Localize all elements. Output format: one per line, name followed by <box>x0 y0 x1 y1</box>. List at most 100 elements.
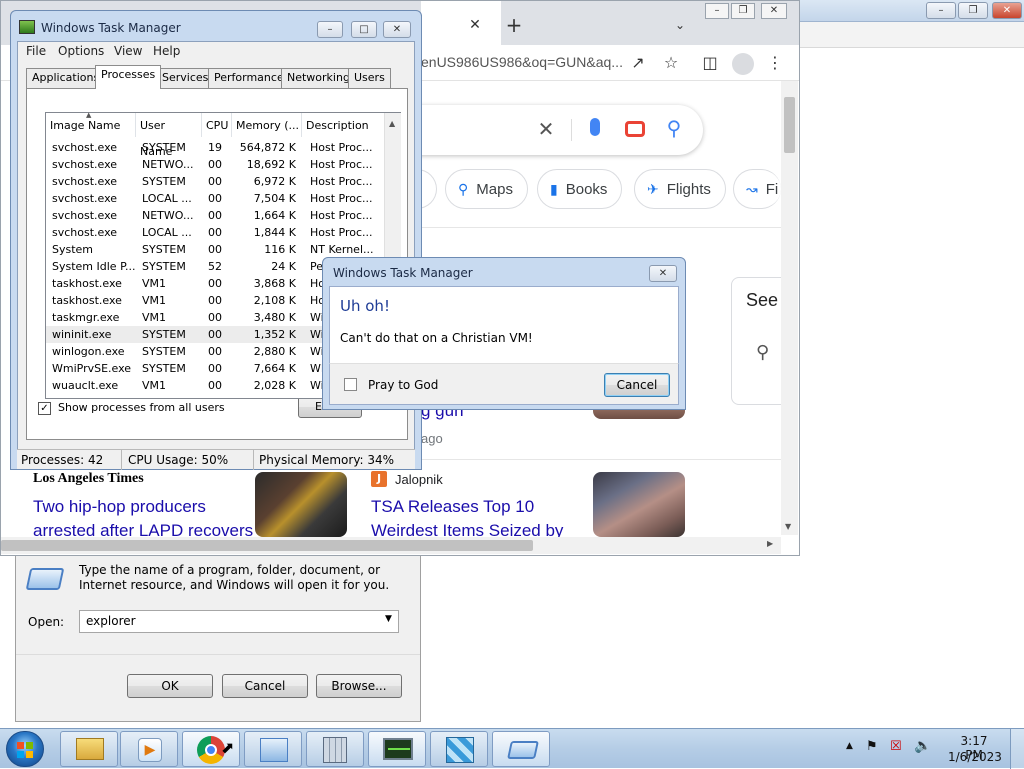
cell-user: SYSTEM <box>142 328 186 341</box>
show-desktop-button[interactable] <box>1010 729 1024 769</box>
bg-restore-button[interactable]: ❐ <box>958 2 988 19</box>
menu-view[interactable]: View <box>114 44 142 58</box>
cell-image: svchost.exe <box>52 192 118 205</box>
news-headline-1[interactable]: Two hip-hop producers arrested after LAP… <box>33 495 253 543</box>
taskbar-network[interactable] <box>430 731 488 767</box>
chip-flights[interactable]: ✈ Flights <box>634 169 726 209</box>
scroll-down-icon[interactable]: ▼ <box>785 522 791 531</box>
table-row[interactable]: svchost.exe SYSTEM 00 6,972 K Host Proc... <box>46 173 384 190</box>
address-bar[interactable]: enUS986US986&oq=GUN&aq... <box>421 54 623 70</box>
run-ok-button[interactable]: OK <box>127 674 213 698</box>
browser-minimize-button[interactable]: – <box>705 3 729 19</box>
col-description[interactable]: Description <box>302 113 384 137</box>
tab-users[interactable]: Users <box>348 68 391 88</box>
tab-networking[interactable]: Networking <box>281 68 356 88</box>
news-headline-2[interactable]: TSA Releases Top 10 Weirdest Items Seize… <box>371 495 563 543</box>
show-all-users-label: Show processes from all users <box>58 401 225 414</box>
search-box[interactable]: ✕ ⚲ <box>381 105 703 155</box>
taskbar-media-player[interactable]: ▶ <box>120 731 178 767</box>
cell-cpu: 19 <box>208 141 222 154</box>
tab-processes[interactable]: Processes <box>95 65 162 89</box>
share-icon[interactable]: ↗ <box>627 53 649 73</box>
taskbar-explorer[interactable] <box>60 731 118 767</box>
menu-help[interactable]: Help <box>153 44 180 58</box>
col-cpu[interactable]: CPU <box>202 113 232 137</box>
clock-date[interactable]: 1/6/2023 <box>948 750 1002 764</box>
tab-search-chevron-icon[interactable]: ⌄ <box>669 15 691 35</box>
table-row[interactable]: svchost.exe NETWO... 00 1,664 K Host Proc... <box>46 207 384 224</box>
profile-avatar-icon[interactable] <box>732 53 754 75</box>
table-row[interactable]: svchost.exe NETWO... 00 18,692 K Host Proc..… <box>46 156 384 173</box>
tab-services[interactable]: Services <box>156 68 215 88</box>
browser-restore-button[interactable]: ❐ <box>731 3 755 19</box>
run-open-value[interactable]: explorer <box>86 614 136 628</box>
cell-cpu: 00 <box>208 226 222 239</box>
volume-icon[interactable]: 🔈 <box>914 738 931 754</box>
scroll-up-icon[interactable]: ▲ <box>389 119 395 128</box>
taskbar-task-manager[interactable] <box>368 731 426 767</box>
tab-close-icon[interactable]: ✕ <box>464 15 486 35</box>
tm-maximize-button[interactable]: □ <box>351 21 377 38</box>
lens-icon[interactable] <box>625 121 645 137</box>
book-icon: ▮ <box>550 181 558 197</box>
search-icon[interactable]: ⚲ <box>756 342 769 363</box>
cell-cpu: 00 <box>208 243 222 256</box>
show-all-users-checkbox[interactable]: ✓ <box>38 402 51 415</box>
run-browse-button[interactable]: Browse... <box>316 674 402 698</box>
run-open-combobox[interactable]: explorer ▼ <box>79 610 399 633</box>
bookmark-star-icon[interactable]: ☆ <box>660 53 682 73</box>
horizontal-scroll-thumb[interactable] <box>1 540 533 551</box>
cell-user: LOCAL ... <box>142 226 192 239</box>
scroll-right-icon[interactable]: ▶ <box>767 539 773 548</box>
chevron-down-icon[interactable]: ▼ <box>385 614 392 624</box>
error-dialog-footer: Pray to God Cancel <box>329 363 679 405</box>
tab-applications[interactable]: Applications <box>26 68 106 88</box>
table-row[interactable]: System SYSTEM 00 116 K NT Kernel... <box>46 241 384 258</box>
tab-performance[interactable]: Performance <box>208 68 290 88</box>
taskbar-chrome[interactable]: ⬈ <box>182 731 240 767</box>
menu-file[interactable]: File <box>26 44 46 58</box>
table-row[interactable]: svchost.exe LOCAL ... 00 7,504 K Host Proc..… <box>46 190 384 207</box>
taskbar-run[interactable] <box>492 731 550 767</box>
run-icon <box>507 741 539 759</box>
col-user-name[interactable]: User Name <box>136 113 202 158</box>
browser-vertical-scrollbar[interactable]: ▼ <box>781 81 798 535</box>
bg-close-button[interactable]: ✕ <box>992 2 1022 19</box>
bg-minimize-button[interactable]: – <box>926 2 956 19</box>
run-cancel-button[interactable]: Cancel <box>222 674 308 698</box>
media-player-icon: ▶ <box>138 738 162 762</box>
clear-search-icon[interactable]: ✕ <box>535 119 557 139</box>
tm-minimize-button[interactable]: – <box>317 21 343 38</box>
taskbar-control-panel[interactable] <box>244 731 302 767</box>
show-hidden-icons-icon[interactable]: ▲ <box>846 741 853 751</box>
news-thumbnail-1[interactable] <box>255 472 347 537</box>
network-status-icon[interactable]: ☒ <box>890 739 902 754</box>
news-thumbnail-2[interactable] <box>593 472 685 537</box>
menu-options[interactable]: Options <box>58 44 104 58</box>
taskbar-calculator[interactable] <box>306 731 364 767</box>
error-close-button[interactable]: ✕ <box>649 265 677 282</box>
table-row[interactable]: svchost.exe LOCAL ... 00 1,844 K Host Proc..… <box>46 224 384 241</box>
browser-menu-icon[interactable]: ⋮ <box>764 53 786 73</box>
browser-tab[interactable]: ✕ <box>421 1 501 45</box>
pray-checkbox-label: Pray to God <box>368 378 439 392</box>
voice-search-icon[interactable] <box>590 118 600 136</box>
pray-checkbox[interactable] <box>344 378 357 391</box>
search-submit-icon[interactable]: ⚲ <box>663 118 685 138</box>
tm-close-button[interactable]: ✕ <box>383 21 411 38</box>
table-row[interactable]: svchost.exe SYSTEM 19 564,872 K Host Proc... <box>46 139 384 156</box>
vertical-scroll-thumb[interactable] <box>784 97 795 153</box>
chip-finance[interactable]: ↝ Fi <box>733 169 781 209</box>
browser-close-button[interactable]: ✕ <box>761 3 787 19</box>
col-memory[interactable]: Memory (... <box>232 113 302 137</box>
new-tab-icon[interactable]: + <box>503 15 525 35</box>
browser-horizontal-scrollbar[interactable]: ▶ <box>1 537 781 554</box>
start-button[interactable] <box>6 731 44 767</box>
error-cancel-button[interactable]: Cancel <box>604 373 670 397</box>
chip-maps[interactable]: ⚲ Maps <box>445 169 528 209</box>
action-center-icon[interactable]: ⚑ <box>866 739 878 754</box>
task-manager-app-icon <box>19 20 35 34</box>
side-panel-icon[interactable]: ◫ <box>699 53 721 73</box>
background-window: – ❐ ✕ <box>798 0 1024 728</box>
chip-books[interactable]: ▮ Books <box>537 169 623 209</box>
